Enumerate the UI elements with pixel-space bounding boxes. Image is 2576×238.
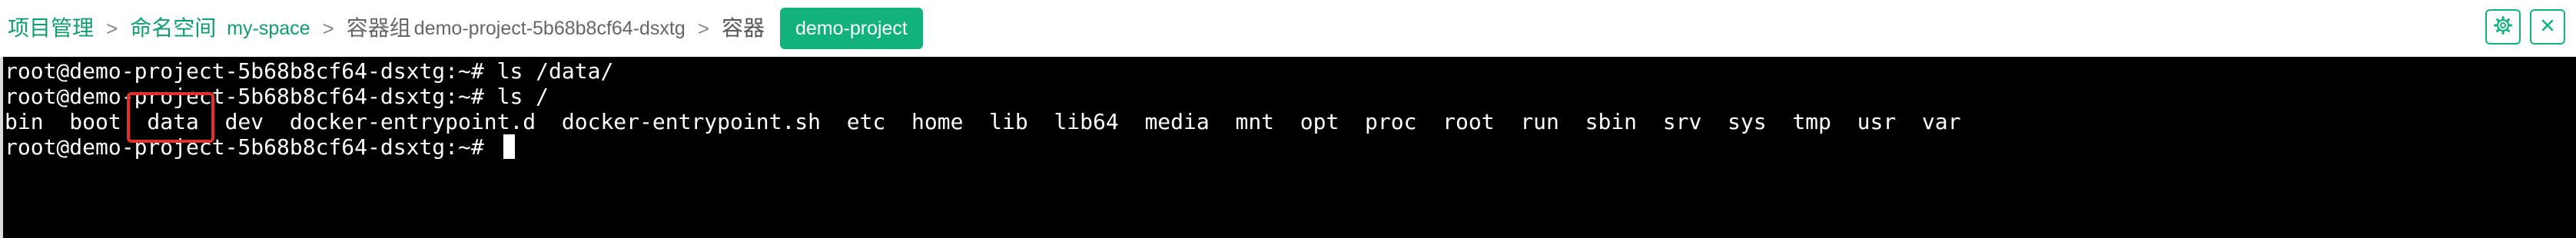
- breadcrumb-namespace-label[interactable]: 命名空间: [130, 18, 216, 39]
- breadcrumb-separator: >: [697, 16, 709, 40]
- terminal-line: root@demo-project-5b68b8cf64-dsxtg:~# ls…: [5, 58, 614, 84]
- breadcrumb-container-label: 容器: [721, 16, 765, 40]
- header-actions: [2485, 9, 2565, 45]
- close-button[interactable]: [2530, 9, 2565, 45]
- terminal-prompt-line: root@demo-project-5b68b8cf64-dsxtg:~#: [3, 134, 2576, 160]
- breadcrumb: 项目管理 > 命名空间 my-space > 容器组 demo-project-…: [0, 0, 923, 57]
- header-bar: 项目管理 > 命名空间 my-space > 容器组 demo-project-…: [0, 0, 2576, 57]
- terminal-prompt: root@demo-project-5b68b8cf64-dsxtg:~#: [5, 134, 497, 160]
- terminal-console[interactable]: root@demo-project-5b68b8cf64-dsxtg:~# ls…: [0, 57, 2576, 238]
- breadcrumb-separator: >: [106, 16, 118, 40]
- settings-button[interactable]: [2485, 9, 2521, 45]
- breadcrumb-separator: >: [322, 16, 334, 40]
- close-icon: [2539, 17, 2556, 38]
- breadcrumb-project-management[interactable]: 项目管理: [8, 18, 94, 39]
- terminal-line: bin boot data dev docker-entrypoint.d do…: [5, 109, 1961, 134]
- breadcrumb-container-group-value: demo-project-5b68b8cf64-dsxtg: [413, 18, 685, 39]
- breadcrumb-container-group-label: 容器组: [346, 16, 411, 40]
- terminal-page: 项目管理 > 命名空间 my-space > 容器组 demo-project-…: [0, 0, 2576, 238]
- gear-icon: [2494, 15, 2512, 38]
- terminal-cursor: [503, 134, 515, 159]
- container-tag[interactable]: demo-project: [779, 8, 923, 49]
- terminal-line: root@demo-project-5b68b8cf64-dsxtg:~# ls…: [5, 84, 549, 109]
- breadcrumb-namespace-value[interactable]: my-space: [227, 18, 310, 39]
- data-directory-highlight-box: [127, 92, 214, 143]
